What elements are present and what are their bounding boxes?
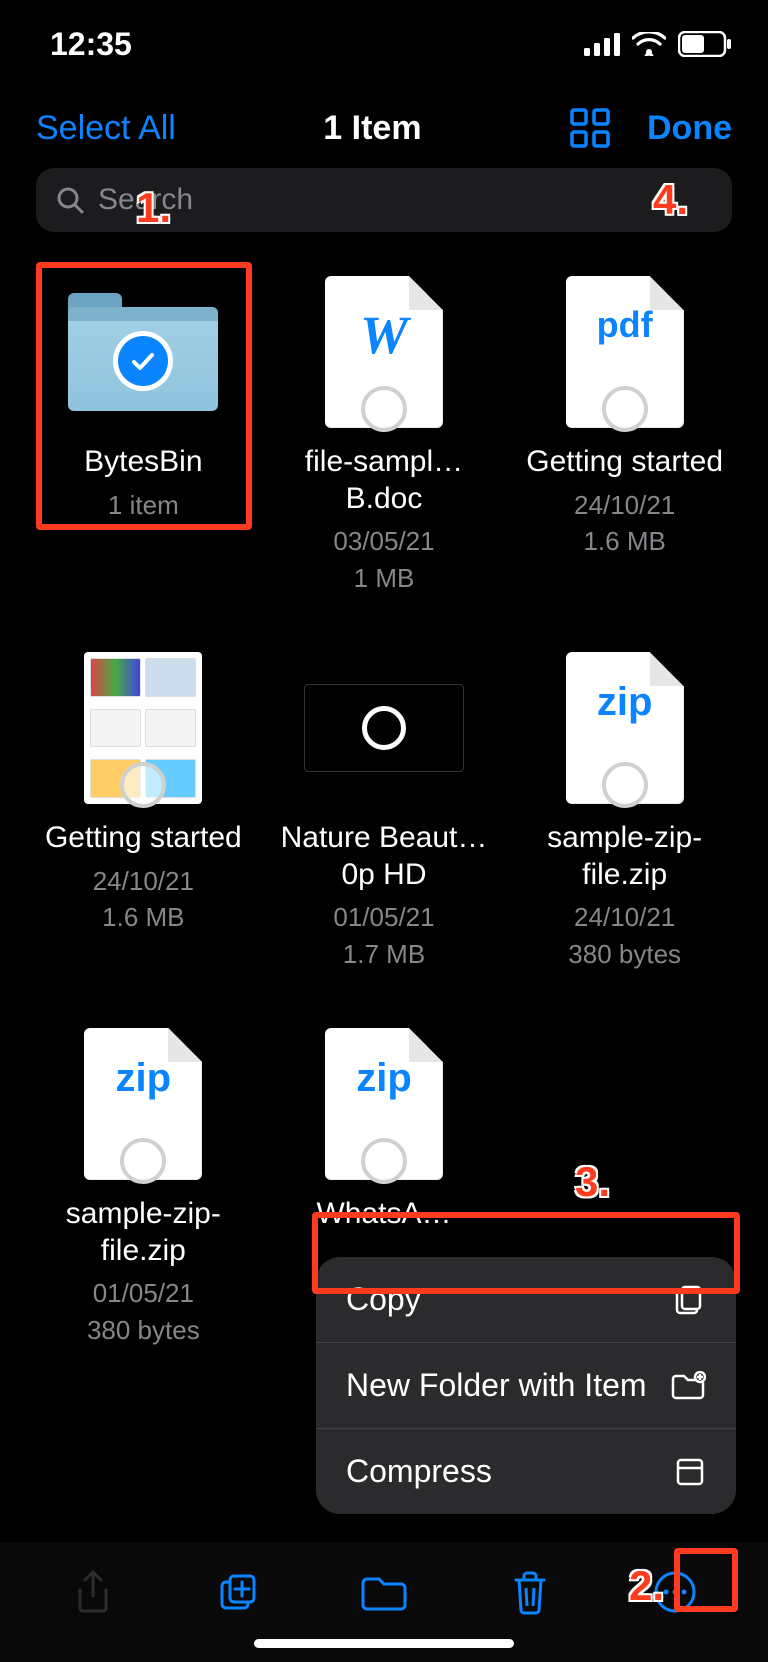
file-name: BytesBin xyxy=(38,444,248,481)
file-date: 01/05/21 xyxy=(93,1278,194,1308)
status-time: 12:35 xyxy=(50,26,132,63)
checkmark-icon xyxy=(118,336,168,386)
file-name: Getting started xyxy=(38,820,248,857)
file-tile-pdf[interactable]: pdf Getting started 24/10/21 1.6 MB xyxy=(517,262,732,638)
file-tile-video[interactable]: Nature Beaut…0p HD 01/05/21 1.7 MB xyxy=(277,638,492,1014)
context-menu: Copy New Folder with Item Compress xyxy=(316,1257,736,1514)
zip-icon: zip xyxy=(566,652,684,804)
done-button[interactable]: Done xyxy=(647,109,732,148)
file-tile-doc[interactable]: W file-sampl…B.doc 03/05/21 1 MB xyxy=(277,262,492,638)
file-name: WhatsA… xyxy=(279,1196,489,1233)
selection-ring xyxy=(602,762,648,808)
nav-bar: Select All 1 Item Done xyxy=(0,88,768,168)
search-icon xyxy=(56,186,84,214)
file-meta: 1 item xyxy=(108,490,179,520)
status-indicators xyxy=(584,31,732,57)
move-button[interactable] xyxy=(354,1562,414,1622)
status-bar: 12:35 xyxy=(0,0,768,88)
menu-compress[interactable]: Compress xyxy=(316,1428,736,1514)
home-indicator[interactable] xyxy=(254,1639,514,1648)
file-date: 24/10/21 xyxy=(574,490,675,520)
doc-icon: W xyxy=(325,276,443,428)
select-all-button[interactable]: Select All xyxy=(36,109,176,148)
menu-label: New Folder with Item xyxy=(346,1367,647,1404)
file-size: 380 bytes xyxy=(568,939,681,969)
file-tile-zip[interactable]: zip sample-zip-file.zip 24/10/21 380 byte… xyxy=(517,638,732,1014)
folder-plus-icon xyxy=(670,1371,706,1401)
file-size: 1.7 MB xyxy=(343,939,425,969)
delete-button[interactable] xyxy=(500,1562,560,1622)
cellular-icon xyxy=(584,32,620,56)
menu-label: Compress xyxy=(346,1453,492,1490)
file-tile-image[interactable]: Getting started 24/10/21 1.6 MB xyxy=(36,638,251,1014)
video-thumb xyxy=(304,684,464,772)
folder-icon xyxy=(68,293,218,411)
copy-icon xyxy=(672,1283,706,1317)
file-name: Nature Beaut…0p HD xyxy=(279,820,489,893)
menu-new-folder[interactable]: New Folder with Item xyxy=(316,1342,736,1428)
search-bar[interactable] xyxy=(36,168,732,232)
file-date: 01/05/21 xyxy=(333,902,434,932)
file-size: 1 MB xyxy=(354,563,415,593)
file-tile-folder-bytesbin[interactable]: BytesBin 1 item xyxy=(36,262,251,638)
file-date: 24/10/21 xyxy=(574,902,675,932)
selection-ring xyxy=(361,386,407,432)
file-date: 03/05/21 xyxy=(333,526,434,556)
file-date: 24/10/21 xyxy=(93,866,194,896)
page-title: 1 Item xyxy=(176,109,569,148)
file-size: 1.6 MB xyxy=(583,526,665,556)
file-size: 1.6 MB xyxy=(102,902,184,932)
selection-ring xyxy=(120,1138,166,1184)
selection-ring xyxy=(120,762,166,808)
menu-copy[interactable]: Copy xyxy=(316,1257,736,1342)
battery-icon xyxy=(678,31,732,57)
zip-icon: zip xyxy=(84,1028,202,1180)
pdf-icon: pdf xyxy=(566,276,684,428)
file-name: sample-zip-file.zip xyxy=(520,820,730,893)
zip-icon: zip xyxy=(325,1028,443,1180)
bottom-toolbar xyxy=(0,1542,768,1662)
search-input[interactable] xyxy=(98,183,712,217)
file-name: sample-zip-file.zip xyxy=(38,1196,248,1269)
menu-label: Copy xyxy=(346,1281,421,1318)
share-button xyxy=(63,1562,123,1622)
more-button[interactable] xyxy=(645,1562,705,1622)
image-thumb xyxy=(84,652,202,804)
file-size: 380 bytes xyxy=(87,1315,200,1345)
selection-ring xyxy=(602,386,648,432)
wifi-icon xyxy=(632,32,666,56)
file-tile-zip[interactable]: zip sample-zip-file.zip 01/05/21 380 byte… xyxy=(36,1014,251,1390)
archive-icon xyxy=(674,1456,706,1488)
selection-ring xyxy=(361,1138,407,1184)
view-grid-icon[interactable] xyxy=(569,107,611,149)
file-name: Getting started xyxy=(520,444,730,481)
file-name: file-sampl…B.doc xyxy=(279,444,489,517)
duplicate-button[interactable] xyxy=(208,1562,268,1622)
